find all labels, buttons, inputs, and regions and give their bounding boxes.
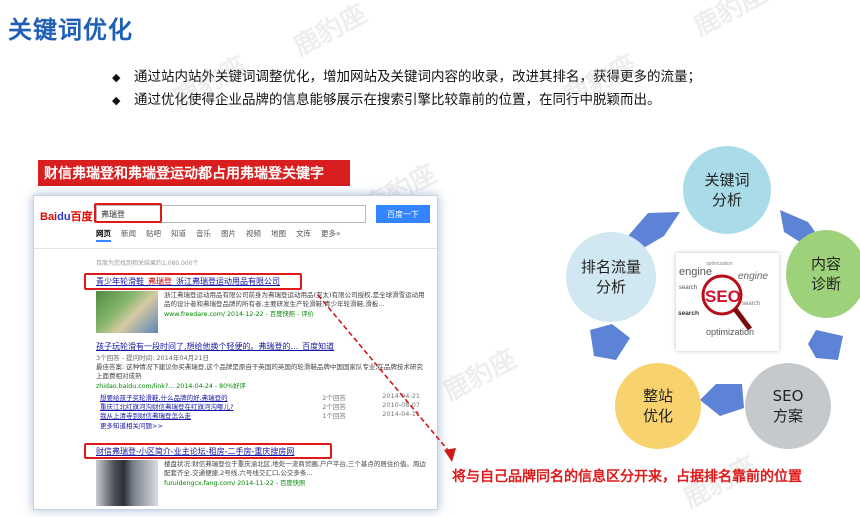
baidu-logo[interactable]: Baidu百度	[40, 208, 93, 224]
highlight-box	[84, 443, 332, 459]
related-question[interactable]: 我从上清寺到财信弗瑞登怎么走 1个回答 2014-04-11	[100, 410, 420, 420]
page-title: 关键词优化	[8, 16, 133, 44]
tab-wenku[interactable]: 文库	[296, 228, 311, 242]
tab-video[interactable]: 视频	[246, 228, 261, 242]
tab-more[interactable]: 更多»	[321, 228, 341, 242]
result-snippet: 浙江弗瑞登运动用品有限公司前身为弗瑞登运动用品(亚太)有限公司授权,是全球滑雪运…	[164, 291, 425, 308]
highlight-box	[84, 273, 302, 290]
node-site-optimization: 整站 优化	[615, 363, 701, 449]
result-title-link[interactable]: 孩子玩轮滑有一段时间了,想给他换个轻便的。弗瑞登的..._百度知道	[96, 341, 426, 352]
node-seo-plan: SEO 方案	[745, 363, 831, 449]
tab-zhidao[interactable]: 知道	[171, 228, 186, 242]
baidu-search-screenshot: Baidu百度 弗瑞登 百度一下 网页 新闻 贴吧 知道 音乐 图片 视频 地图…	[33, 195, 438, 510]
svg-text:search: search	[742, 301, 760, 307]
watermark: 鹿豹座	[288, 0, 372, 63]
diamond-bullet-icon: ◆	[112, 71, 121, 84]
result-count: 百度为您找到相关结果约1,080,000个	[96, 260, 199, 267]
baidu-paw-icon: du	[57, 211, 71, 223]
watermark: 鹿豹座	[438, 344, 522, 408]
search-button[interactable]: 百度一下	[376, 205, 430, 223]
svg-text:engine: engine	[679, 266, 712, 278]
result-snippet: 楼盘状况:财信弗瑞登位于重庆渝北区,地处一流商贸圈,户户平台,三个基点的居住价值…	[164, 460, 426, 477]
result-thumbnail[interactable]	[96, 291, 158, 333]
tab-music[interactable]: 音乐	[196, 228, 211, 242]
cycle-arrow-icon	[700, 384, 744, 416]
search-result: 孩子玩轮滑有一段时间了,想给他换个轻便的。弗瑞登的..._百度知道 3个回答 -…	[96, 341, 426, 390]
result-meta: 3个回答 - 提问时间: 2014年04月21日	[96, 354, 209, 362]
highlight-box	[94, 203, 162, 223]
highlight-banner: 财信弗瑞登和弗瑞登运动都占用弗瑞登关键字	[38, 160, 350, 186]
result-url[interactable]: furuidengcx.fang.com/ 2014-11-22 - 百度快照	[164, 478, 426, 487]
svg-text:search: search	[678, 310, 699, 317]
svg-text:search: search	[679, 285, 697, 291]
tab-web[interactable]: 网页	[96, 228, 111, 242]
tab-images[interactable]: 图片	[221, 228, 236, 242]
tab-news[interactable]: 新闻	[121, 228, 136, 242]
result-url[interactable]: www.freedare.com/ 2014-12-22 - 百度快照 - 评价	[164, 309, 426, 318]
bullet-list: ◆ 通过站内站外关键词调整优化，增加网站及关键词内容的收录，改进其排名，获得更多的…	[112, 66, 701, 112]
diamond-bullet-icon: ◆	[112, 94, 121, 107]
callout-text: 将与自己品牌同名的信息区分开来，占据排名靠前的位置	[452, 469, 802, 485]
svg-text:optimization: optimization	[706, 327, 754, 337]
more-questions-link[interactable]: 更多知道相关问题>>	[100, 420, 163, 430]
svg-text:engine: engine	[738, 271, 768, 282]
result-url[interactable]: zhidao.baidu.com/link?... 2014-04-24 - 8…	[96, 381, 426, 390]
bullet-item: ◆ 通过站内站外关键词调整优化，增加网站及关键词内容的收录，改进其排名，获得更多的…	[112, 66, 701, 89]
bullet-item: ◆ 通过优化使得企业品牌的信息能够展示在搜索引擎比较靠前的位置，在同行中脱颖而出。	[112, 89, 701, 112]
tab-tieba[interactable]: 贴吧	[146, 228, 161, 242]
result-thumbnail[interactable]	[96, 460, 158, 506]
node-content-diagnosis: 内容 诊断	[786, 230, 860, 318]
cycle-arrow-icon	[590, 324, 630, 360]
node-ranking-traffic: 排名流量 分析	[566, 232, 656, 322]
result-snippet: 最佳答案: 这种情况下建议你买弗瑞登,这个品牌是原自于英国的英国的轮滑鞋品牌中国…	[96, 363, 423, 380]
watermark: 鹿豹座	[688, 0, 772, 43]
search-tabs: 网页 新闻 贴吧 知道 音乐 图片 视频 地图 文库 更多»	[96, 228, 341, 242]
seo-image: optimization engine engine search SEO se…	[676, 253, 779, 351]
svg-text:SEO: SEO	[705, 287, 741, 306]
node-keyword-analysis: 关键词 分析	[683, 146, 771, 234]
cycle-arrow-icon	[808, 330, 843, 360]
tab-map[interactable]: 地图	[271, 228, 286, 242]
